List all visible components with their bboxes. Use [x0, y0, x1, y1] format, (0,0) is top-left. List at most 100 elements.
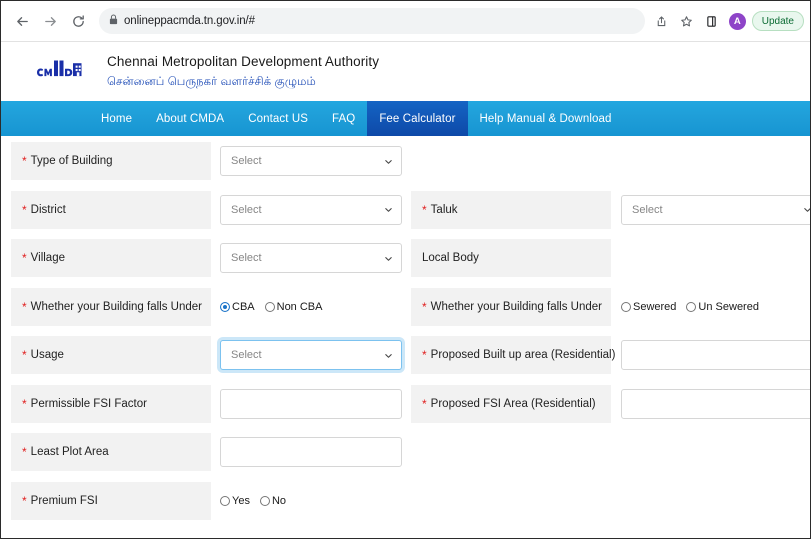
- nav-item-faq[interactable]: FAQ: [320, 101, 367, 136]
- star-icon[interactable]: [676, 10, 698, 32]
- required-asterisk: *: [422, 398, 427, 410]
- label-proposed-built-up-area-residential-right: *Proposed Built up area (Residential): [411, 336, 611, 374]
- label-text: Permissible FSI Factor: [31, 398, 147, 410]
- label-text: Whether your Building falls Under: [31, 301, 202, 313]
- required-asterisk: *: [22, 349, 27, 361]
- radio-dot-un-sewered[interactable]: [686, 302, 696, 312]
- label-text: Taluk: [431, 204, 458, 216]
- radio-option-no[interactable]: No: [260, 495, 286, 507]
- radio-option-un-sewered[interactable]: Un Sewered: [686, 301, 759, 313]
- nav-item-help-manual-download[interactable]: Help Manual & Download: [468, 101, 624, 136]
- radio-group-whether-your-building-falls-under: CBA Non CBA: [220, 292, 402, 322]
- required-asterisk: *: [422, 301, 427, 313]
- fee-calculator-form: * Type of Building Select * District Select * T…: [1, 136, 811, 539]
- form-row: *Premium FSI Yes No: [1, 476, 811, 524]
- radio-option-yes[interactable]: Yes: [220, 495, 250, 507]
- radio-dot-sewered[interactable]: [621, 302, 631, 312]
- required-asterisk: *: [22, 204, 27, 216]
- required-asterisk: *: [422, 204, 427, 216]
- label-whether-your-building-falls-under-right: * Whether your Building falls Under: [411, 288, 611, 326]
- label-village: * Village: [11, 239, 211, 277]
- form-row: * District Select * Taluk Select: [1, 185, 811, 233]
- radio-label: Yes: [232, 495, 250, 507]
- radio-label: Non CBA: [277, 301, 323, 313]
- share-icon[interactable]: [651, 10, 673, 32]
- radio-dot-no[interactable]: [260, 496, 270, 506]
- main-navigation: HomeAbout CMDAContact USFAQFee Calculato…: [1, 101, 811, 136]
- label-text: District: [31, 204, 66, 216]
- input-proposed-fsi-area-residential[interactable]: [621, 389, 811, 419]
- label-text: Local Body: [422, 252, 479, 264]
- label-proposed-fsi-area-residential-right: * Proposed FSI Area (Residential): [411, 385, 611, 423]
- select-value: Select: [231, 349, 384, 361]
- toolbar-actions: A Update: [651, 10, 804, 32]
- label-premium-fsi: *Premium FSI: [11, 482, 211, 520]
- required-asterisk: *: [22, 301, 27, 313]
- lock-icon: [109, 12, 118, 30]
- radio-dot-non-cba[interactable]: [265, 302, 275, 312]
- label-text: Village: [31, 252, 65, 264]
- nav-item-fee-calculator[interactable]: Fee Calculator: [367, 101, 467, 136]
- select-taluk[interactable]: Select: [621, 195, 811, 225]
- chevron-down-icon: [384, 157, 393, 166]
- nav-item-contact-us[interactable]: Contact US: [236, 101, 320, 136]
- select-district[interactable]: Select: [220, 195, 402, 225]
- select-village[interactable]: Select: [220, 243, 402, 273]
- label-district: * District: [11, 191, 211, 229]
- form-row: * Usage Select *Proposed Built up area (Res…: [1, 330, 811, 378]
- required-asterisk: *: [22, 398, 27, 410]
- input-permissible-fsi-factor[interactable]: [220, 389, 402, 419]
- required-asterisk: *: [22, 495, 27, 507]
- chevron-down-icon: [384, 351, 393, 360]
- avatar[interactable]: A: [729, 13, 746, 30]
- required-asterisk: *: [22, 155, 27, 167]
- select-type-of-building[interactable]: Select: [220, 146, 402, 176]
- label-local-body-right: Local Body: [411, 239, 611, 277]
- radio-dot-cba[interactable]: [220, 302, 230, 312]
- select-value: Select: [231, 155, 384, 167]
- radio-label: CBA: [232, 301, 255, 313]
- browser-toolbar: onlineppacmda.tn.gov.in/# A: [1, 1, 811, 42]
- input-least-plot-area[interactable]: [220, 437, 402, 467]
- reload-icon[interactable]: [65, 8, 91, 34]
- update-button[interactable]: Update: [752, 11, 804, 31]
- required-asterisk: *: [22, 252, 27, 264]
- radio-option-non-cba[interactable]: Non CBA: [265, 301, 323, 313]
- nav-item-about-cmda[interactable]: About CMDA: [144, 101, 236, 136]
- page-title-tamil: சென்னைப் பெருநகர் வளர்ச்சிக் குழுமம்: [107, 74, 379, 90]
- form-row: * Whether your Building falls Under CBA Non…: [1, 282, 811, 330]
- select-value: Select: [231, 204, 384, 216]
- label-text: Usage: [31, 349, 64, 361]
- label-text: Whether your Building falls Under: [431, 301, 602, 313]
- select-usage[interactable]: Select: [220, 340, 402, 370]
- label-text: Proposed FSI Area (Residential): [431, 398, 596, 410]
- address-bar[interactable]: onlineppacmda.tn.gov.in/#: [99, 8, 645, 34]
- url-text: onlineppacmda.tn.gov.in/#: [124, 15, 255, 27]
- label-text: Type of Building: [31, 155, 113, 167]
- select-value: Select: [632, 204, 803, 216]
- radio-option-sewered[interactable]: Sewered: [621, 301, 676, 313]
- label-text: Least Plot Area: [31, 446, 109, 458]
- side-panel-icon[interactable]: [701, 10, 723, 32]
- navigation-buttons: [9, 8, 91, 34]
- form-row: * Permissible FSI Factor * Proposed FSI Are…: [1, 379, 811, 427]
- header-titles: Chennai Metropolitan Development Authori…: [99, 53, 379, 89]
- forward-arrow-icon[interactable]: [37, 8, 63, 34]
- radio-option-cba[interactable]: CBA: [220, 301, 255, 313]
- page-title-english: Chennai Metropolitan Development Authori…: [107, 53, 379, 71]
- select-value: Select: [231, 252, 384, 264]
- radio-label: Sewered: [633, 301, 676, 313]
- form-row: *Least Plot Area: [1, 427, 811, 475]
- chevron-down-icon: [384, 205, 393, 214]
- form-row: * Village Select Local Body: [1, 233, 811, 281]
- chevron-down-icon: [384, 254, 393, 263]
- label-taluk-right: * Taluk: [411, 191, 611, 229]
- chevron-down-icon: [803, 205, 811, 214]
- nav-item-home[interactable]: Home: [89, 101, 144, 136]
- radio-dot-yes[interactable]: [220, 496, 230, 506]
- input-proposed-built-up-area-residential[interactable]: [621, 340, 811, 370]
- radio-group-whether-your-building-falls-under-right: Sewered Un Sewered: [621, 292, 811, 322]
- site-header: Chennai Metropolitan Development Authori…: [1, 42, 811, 101]
- cmda-logo[interactable]: [37, 55, 99, 89]
- back-arrow-icon[interactable]: [9, 8, 35, 34]
